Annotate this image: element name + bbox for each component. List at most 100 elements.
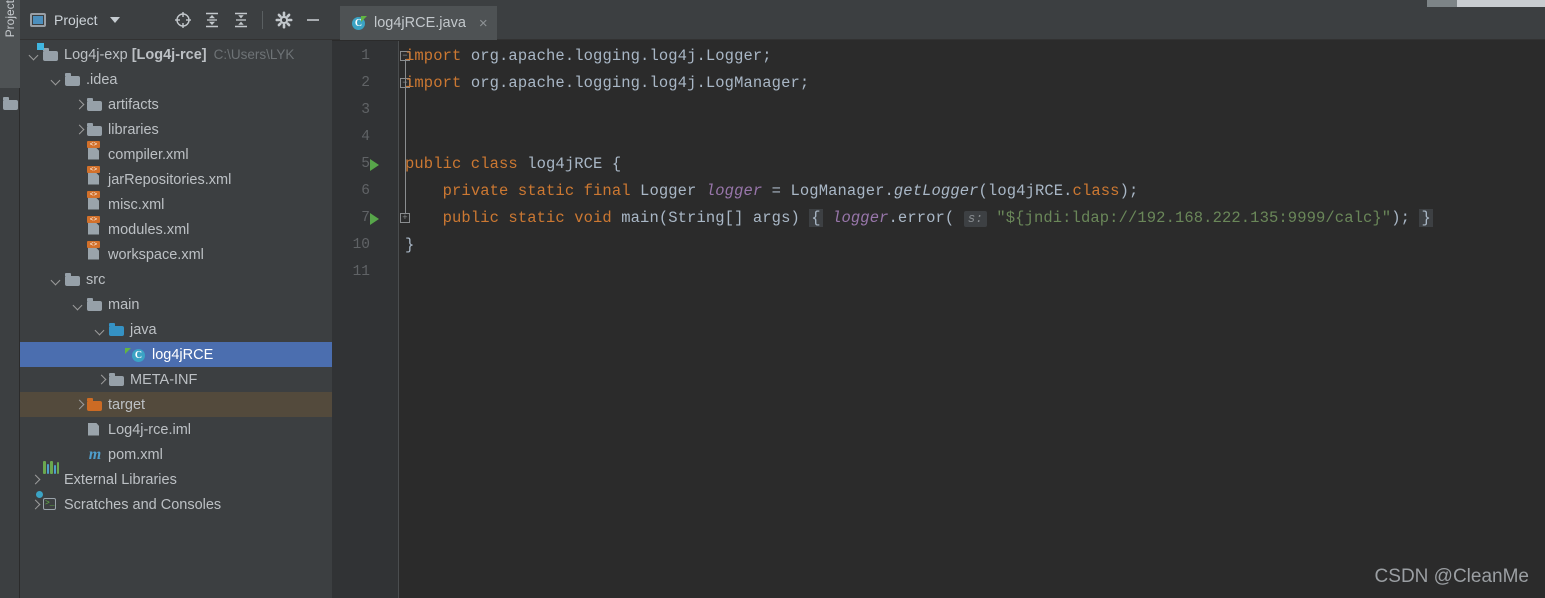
ide-window: Project Project Log4j-exp [Log4j-rce] C:… xyxy=(0,0,1545,598)
tree-row--idea[interactable]: .idea xyxy=(20,67,332,92)
editor-tab-log4jRCE[interactable]: C log4jRCE.java × xyxy=(340,6,497,40)
folder-icon xyxy=(87,97,103,113)
expand-all-icon[interactable] xyxy=(203,11,221,29)
tree-row-label: log4jRCE xyxy=(152,346,214,363)
locate-icon[interactable] xyxy=(174,11,192,29)
folded-region-brace[interactable]: { xyxy=(809,209,823,227)
tree-row-main[interactable]: main xyxy=(20,292,332,317)
tree-row-label: java xyxy=(130,321,157,338)
editor-gutter[interactable]: 1 2 3 4 5 6 7 10 11 xyxy=(332,41,398,598)
chevron-down-icon[interactable] xyxy=(50,273,63,286)
gutter-line-number: 1 xyxy=(361,48,370,64)
chevron-right-icon[interactable] xyxy=(72,123,85,136)
module-folder-icon xyxy=(43,47,59,63)
project-panel-toolbar xyxy=(174,10,326,29)
chevron-down-icon[interactable] xyxy=(28,48,41,61)
run-method-gutter-icon[interactable] xyxy=(370,213,379,225)
window-control-strip[interactable] xyxy=(1457,0,1545,7)
code-lines[interactable]: import org.apache.logging.log4j.Logger; i… xyxy=(405,41,1545,598)
tree-row-label: pom.xml xyxy=(108,446,163,463)
tree-row-external-libraries[interactable]: External Libraries xyxy=(20,460,332,492)
chevron-down-icon[interactable] xyxy=(109,16,120,23)
close-icon[interactable]: × xyxy=(479,16,488,31)
gutter-line-number: 5 xyxy=(361,156,370,172)
tree-row-log4jrce[interactable]: Clog4jRCE xyxy=(20,342,332,367)
tree-row-log4j-rce-iml[interactable]: Log4j-rce.iml xyxy=(20,417,332,442)
editor-tab-bar: C log4jRCE.java × xyxy=(332,0,1545,40)
tree-row-misc-xml[interactable]: <> misc.xml xyxy=(20,190,332,217)
xml-file-icon: <> xyxy=(87,190,103,213)
tree-row-compiler-xml[interactable]: <> compiler.xml xyxy=(20,140,332,167)
project-view-selector[interactable]: Project xyxy=(30,12,120,28)
window-control-shadow xyxy=(1427,0,1457,7)
chevron-down-icon[interactable] xyxy=(72,298,85,311)
tree-row-meta-inf[interactable]: META-INF xyxy=(20,367,332,392)
tool-window-tab-project[interactable]: Project xyxy=(0,0,20,88)
project-tree[interactable]: Log4j-exp [Log4j-rce] C:\Users\LYK .idea ar… xyxy=(20,41,332,598)
tree-row-pom-xml[interactable]: m pom.xml xyxy=(20,442,332,467)
folder-icon xyxy=(87,297,103,313)
tree-row-label: compiler.xml xyxy=(108,146,189,163)
project-structure-icon[interactable] xyxy=(3,96,18,110)
tree-row-log4j-exp[interactable]: Log4j-exp [Log4j-rce] C:\Users\LYK xyxy=(20,42,332,67)
gutter-line-number: 2 xyxy=(361,75,370,91)
code-line-10: } xyxy=(405,236,415,254)
folder-icon xyxy=(65,72,81,88)
run-class-gutter-icon[interactable] xyxy=(370,159,379,171)
tree-row-label: main xyxy=(108,296,140,313)
excluded-folder-icon xyxy=(87,397,103,413)
tree-row-target[interactable]: target xyxy=(20,392,332,417)
gutter-line-number: 6 xyxy=(361,183,370,199)
tree-row-label: src xyxy=(86,271,106,288)
tree-row-label: .idea xyxy=(86,71,118,88)
tree-row-label: jarRepositories.xml xyxy=(108,171,232,188)
tree-row-label: workspace.xml xyxy=(108,246,204,263)
code-line-7: public static void main(String[] args) {… xyxy=(442,209,1433,227)
chevron-down-icon[interactable] xyxy=(50,73,63,86)
folder-icon xyxy=(65,272,81,288)
collapse-all-icon[interactable] xyxy=(232,11,250,29)
watermark: CSDN @CleanMe xyxy=(1374,566,1529,587)
tree-row-scratches-and-consoles[interactable]: >_ Scratches and Consoles xyxy=(20,489,332,517)
project-panel-header: Project xyxy=(20,0,332,40)
chevron-down-icon[interactable] xyxy=(94,323,107,336)
tree-row-path-hint: C:\Users\LYK xyxy=(213,47,295,62)
folded-region-brace[interactable]: } xyxy=(1419,209,1433,227)
code-line-6: private static final Logger logger = Log… xyxy=(442,182,1139,200)
project-panel-title: Project xyxy=(54,11,98,28)
editor-tab-label: log4jRCE.java xyxy=(374,15,466,31)
tree-row-src[interactable]: src xyxy=(20,267,332,292)
code-line-2: import org.apache.logging.log4j.LogManag… xyxy=(405,74,810,92)
tree-row-label: Log4j-exp [Log4j-rce] xyxy=(64,46,207,63)
chevron-right-icon[interactable] xyxy=(28,473,41,486)
settings-gear-icon[interactable] xyxy=(275,10,293,29)
tree-row-label: target xyxy=(108,396,146,413)
tree-row-libraries[interactable]: libraries xyxy=(20,117,332,142)
code-editor[interactable]: 1 2 3 4 5 6 7 10 11 import org.apache.logging.lo… xyxy=(332,41,1545,598)
source-root-folder-icon xyxy=(109,322,125,338)
java-class-icon: C xyxy=(351,16,367,32)
chevron-right-icon[interactable] xyxy=(72,398,85,411)
minimize-icon[interactable] xyxy=(304,11,322,29)
external-libraries-icon xyxy=(43,460,59,488)
tree-row-label: Scratches and Consoles xyxy=(64,496,222,513)
tree-row-label: External Libraries xyxy=(64,471,177,488)
tree-row-label: misc.xml xyxy=(108,196,165,213)
tree-row-modules-xml[interactable]: <> modules.xml xyxy=(20,215,332,242)
tree-row-label: libraries xyxy=(108,121,159,138)
chevron-right-icon[interactable] xyxy=(72,98,85,111)
tree-row-jarrepositories-xml[interactable]: <> jarRepositories.xml xyxy=(20,165,332,192)
tree-row-artifacts[interactable]: artifacts xyxy=(20,92,332,117)
tree-row-label: META-INF xyxy=(130,371,198,388)
chevron-right-icon[interactable] xyxy=(94,373,107,386)
tree-row-workspace-xml[interactable]: <> workspace.xml xyxy=(20,240,332,267)
tree-row-java[interactable]: java xyxy=(20,317,332,342)
chevron-right-icon[interactable] xyxy=(28,498,41,511)
xml-file-icon: <> xyxy=(87,140,103,163)
